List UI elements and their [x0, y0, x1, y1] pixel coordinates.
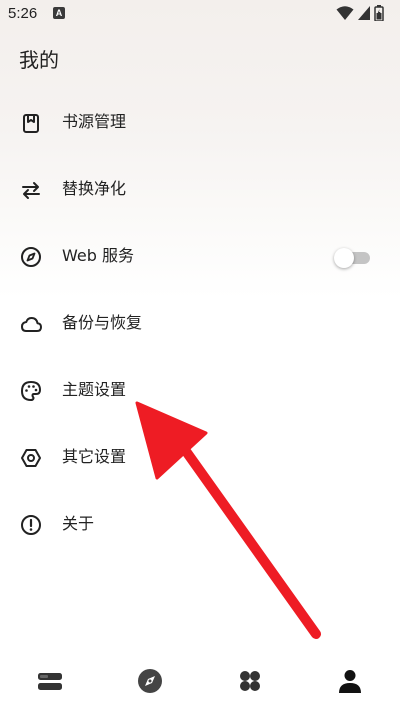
status-time: 5:26: [8, 5, 38, 22]
toggle-thumb: [334, 248, 354, 268]
status-icons: [336, 5, 390, 21]
page-title: 我的: [19, 48, 59, 72]
settings-menu: 书源管理 替换净化 Web 服务 备份与恢复 主题设置 其它设置 关于: [0, 90, 400, 559]
menu-item-label: 其它设置: [62, 447, 127, 466]
wifi-icon: [336, 6, 354, 20]
menu-item-web-service[interactable]: Web 服务: [0, 224, 400, 291]
info-icon: [21, 515, 41, 535]
menu-item-label: 备份与恢复: [62, 313, 143, 332]
signal-icon: [358, 6, 370, 20]
menu-item-replace-purify[interactable]: 替换净化: [0, 157, 400, 224]
menu-item-theme-settings[interactable]: 主题设置: [0, 358, 400, 425]
cloud-icon: [21, 317, 42, 332]
battery-icon: [374, 5, 384, 21]
menu-item-label: 主题设置: [62, 380, 127, 399]
compass-icon: [21, 247, 41, 267]
menu-item-label: Web 服务: [62, 246, 134, 265]
menu-item-other-settings[interactable]: 其它设置: [0, 425, 400, 492]
four-petal-icon[interactable]: [236, 667, 264, 695]
compass-icon[interactable]: [136, 667, 164, 695]
bottom-navigation: [0, 655, 400, 711]
web-service-toggle[interactable]: [334, 248, 370, 268]
person-icon[interactable]: [336, 667, 364, 695]
notification-app-icon: A: [53, 7, 65, 19]
menu-item-about[interactable]: 关于: [0, 492, 400, 559]
palette-icon: [21, 381, 41, 401]
menu-item-book-source[interactable]: 书源管理: [0, 90, 400, 157]
swap-arrows-icon: [22, 182, 40, 199]
menu-item-label: 书源管理: [62, 112, 127, 131]
bookshelf-icon[interactable]: [36, 667, 64, 695]
menu-item-label: 替换净化: [62, 179, 127, 198]
menu-item-label: 关于: [62, 514, 95, 533]
status-bar: 5:26 A: [0, 0, 400, 28]
book-source-icon: [23, 114, 39, 133]
hexagon-settings-icon: [21, 449, 41, 467]
menu-item-backup-restore[interactable]: 备份与恢复: [0, 291, 400, 358]
